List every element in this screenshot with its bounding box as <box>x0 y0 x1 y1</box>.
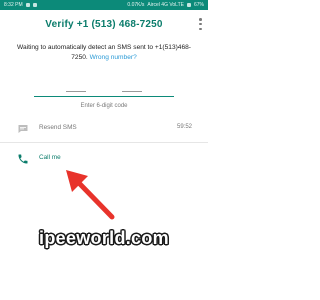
battery-level: 67% <box>193 2 204 8</box>
resend-sms-label: Resend SMS <box>39 124 77 131</box>
call-me-label: Call me <box>39 154 61 161</box>
watermark-logo: ipeeworld.com <box>39 228 169 248</box>
status-bar: 8:32 PM 0.07K/s Aircel 4G VoLTE 67% <box>0 0 208 10</box>
notification-icon <box>32 3 37 7</box>
carrier-label: Aircel 4G VoLTE <box>147 2 184 8</box>
notification-icon <box>25 3 30 7</box>
signal-icon <box>186 3 191 7</box>
page-title: Verify +1 (513) 468-7250 <box>45 18 163 30</box>
divider <box>0 142 208 143</box>
code-input-label: Enter 6-digit code <box>80 103 128 109</box>
sms-wait-message: Waiting to automatically detect an SMS s… <box>0 43 208 62</box>
more-vert-icon[interactable] <box>199 18 202 30</box>
code-input[interactable] <box>66 82 142 94</box>
call-me-button[interactable]: Call me <box>0 149 208 169</box>
phone-icon <box>18 154 28 164</box>
message-icon <box>18 125 28 133</box>
resend-timer: 59:52 <box>176 124 192 130</box>
code-digits-group-1[interactable] <box>66 82 86 92</box>
network-speed: 0.07K/s <box>127 2 145 8</box>
app-header: Verify +1 (513) 468-7250 <box>0 10 208 38</box>
status-time: 8:32 PM <box>4 2 23 8</box>
resend-sms-button[interactable]: Resend SMS 59:52 <box>0 119 208 139</box>
code-digits-group-2[interactable] <box>122 82 142 92</box>
code-input-underline <box>34 96 174 98</box>
wrong-number-link[interactable]: Wrong number? <box>90 54 137 61</box>
